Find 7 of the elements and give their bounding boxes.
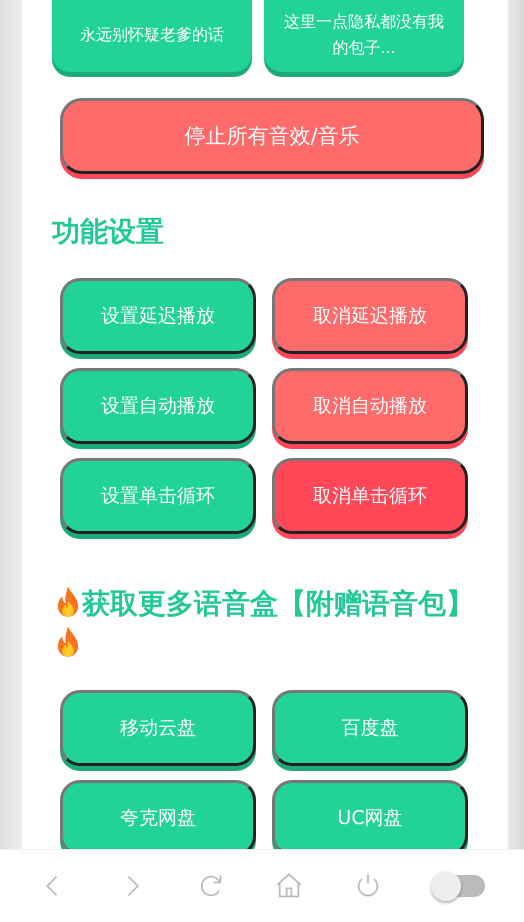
home-icon[interactable] xyxy=(275,872,304,900)
voice-button[interactable]: 这里一点隐私都没有我的包子... xyxy=(264,0,464,72)
cloud-drive-button[interactable]: UC网盘 xyxy=(272,780,468,849)
section-title: 获取更多语音盒【附赠语音包】 xyxy=(82,587,474,620)
cloud-drive-button[interactable]: 夸克网盘 xyxy=(60,780,256,849)
voice-button[interactable]: 永远别怀疑老爹的话 xyxy=(52,0,252,72)
section-title: 功能设置 xyxy=(52,214,165,250)
